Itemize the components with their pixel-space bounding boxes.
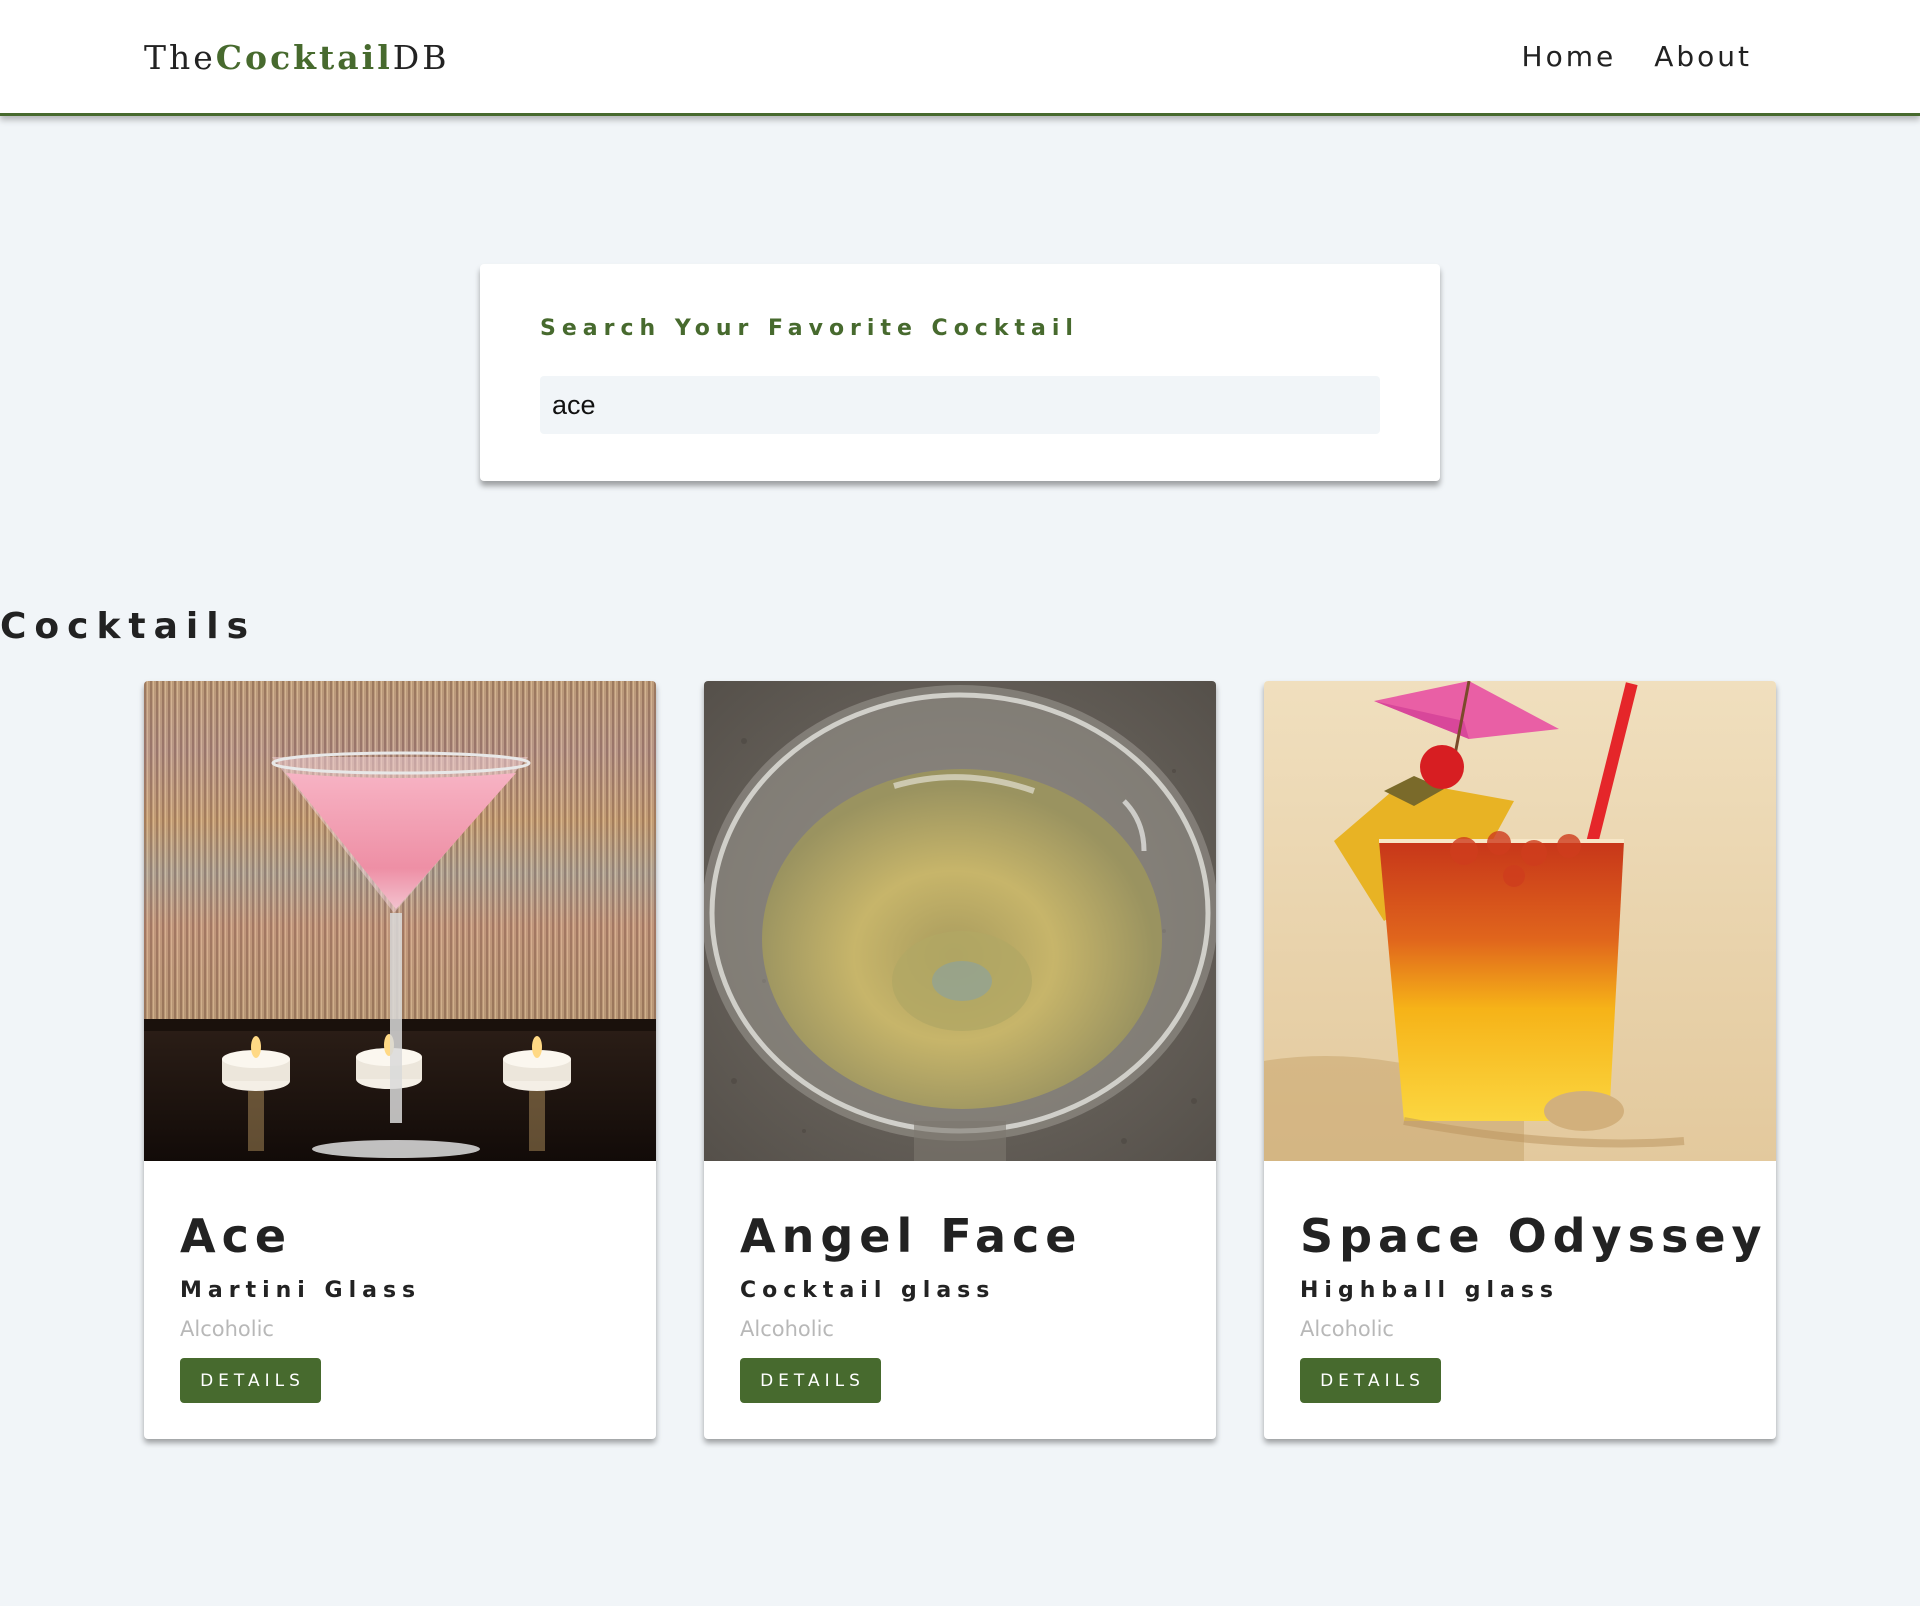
cocktail-image: [144, 681, 656, 1161]
site-logo[interactable]: TheCocktailDB: [144, 38, 449, 77]
cocktail-glass: Cocktail glass: [740, 1278, 996, 1303]
details-button[interactable]: DETAILS: [1300, 1358, 1441, 1403]
cocktail-type: Alcoholic: [1300, 1317, 1394, 1341]
section-title: Cocktails: [0, 606, 257, 647]
cocktail-name: Ace: [180, 1209, 293, 1263]
cocktail-card: Angel Face Cocktail glass Alcoholic DETA…: [704, 681, 1216, 1439]
logo-prefix: The: [144, 38, 216, 77]
cocktail-image: [704, 681, 1216, 1161]
cocktail-type: Alcoholic: [180, 1317, 274, 1341]
details-button[interactable]: DETAILS: [180, 1358, 321, 1403]
cocktail-card: Ace Martini Glass Alcoholic DETAILS: [144, 681, 656, 1439]
cocktail-glass: Highball glass: [1300, 1278, 1560, 1303]
golden-cocktail-photo: [704, 681, 1216, 1161]
nav-links: Home About: [1522, 40, 1752, 73]
logo-accent: Cocktail: [215, 38, 393, 77]
cocktail-glass: Martini Glass: [180, 1278, 422, 1303]
search-form: Search Your Favorite Cocktail: [480, 264, 1440, 481]
cocktail-image: [1264, 681, 1776, 1161]
cocktail-list: Ace Martini Glass Alcoholic DETAILS Ange…: [144, 681, 1776, 1441]
nav-link-about[interactable]: About: [1654, 40, 1752, 73]
cocktail-type: Alcoholic: [740, 1317, 834, 1341]
nav-link-home[interactable]: Home: [1522, 40, 1617, 73]
logo-suffix: DB: [392, 38, 450, 77]
search-label: Search Your Favorite Cocktail: [540, 316, 1079, 341]
details-button[interactable]: DETAILS: [740, 1358, 881, 1403]
search-input[interactable]: [540, 376, 1380, 434]
tropical-drink-beach-photo: [1264, 681, 1776, 1161]
pink-martini-photo: [144, 681, 656, 1161]
cocktail-name: Angel Face: [740, 1209, 1083, 1263]
navbar: TheCocktailDB Home About: [0, 0, 1920, 116]
cocktail-card: Space Odyssey Highball glass Alcoholic D…: [1264, 681, 1776, 1439]
cocktail-name: Space Odyssey: [1300, 1209, 1768, 1263]
